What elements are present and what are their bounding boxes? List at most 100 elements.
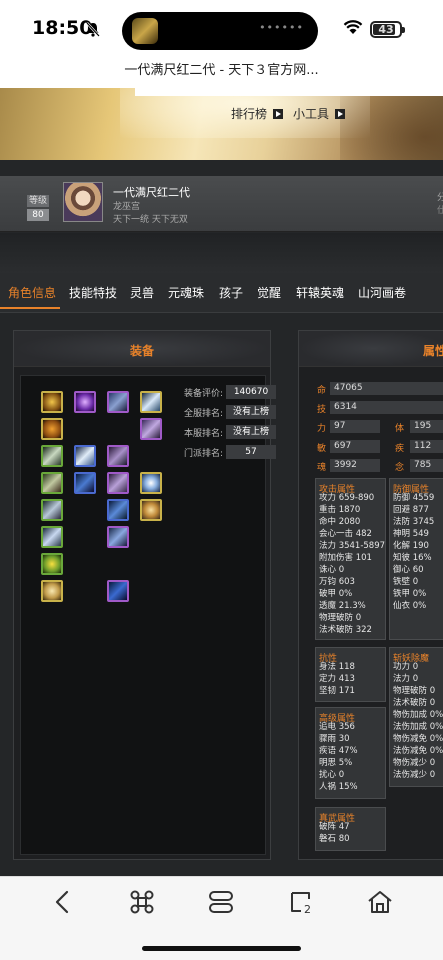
stat-label: 疾	[395, 444, 405, 454]
equipment-slot-icon[interactable]	[107, 391, 129, 413]
stat-value: 785	[410, 459, 443, 472]
server-rank-value: 没有上榜	[226, 425, 276, 439]
header-banner: 排行榜 小工具	[0, 88, 443, 170]
battery-icon: 43	[370, 21, 405, 38]
dots-icon: ••••••	[259, 21, 304, 34]
advanced-attributes-group: 高级属性 追电 356 骤雨 30 疾语 47% 明思 5% 扰心 0 人祸 1…	[315, 707, 386, 799]
page-title: 一代满尺红二代 - 天下３官方网...	[124, 63, 319, 78]
equip-score-label: 装备评价:	[183, 389, 223, 399]
equipment-slot-icon[interactable]	[41, 580, 63, 602]
equipment-slot-icon[interactable]	[74, 391, 96, 413]
stat-value: 112	[410, 440, 443, 453]
stat-value: 3992	[330, 459, 380, 472]
demon-slaying-group: 斩妖除魔 功力 0 法力 0 物理破防 0 法术破防 0 物伤加成 0% 法伤加…	[389, 647, 443, 787]
equipment-slot-icon[interactable]	[107, 445, 129, 467]
home-icon[interactable]	[366, 889, 394, 915]
back-icon[interactable]	[49, 889, 77, 915]
command-icon[interactable]	[128, 889, 156, 915]
equipment-slot-icon[interactable]	[107, 580, 129, 602]
equipment-slot-icon[interactable]	[140, 418, 162, 440]
stat-value: 47065	[330, 382, 443, 395]
avatar	[63, 182, 103, 222]
battery-level: 43	[378, 23, 394, 36]
tab-skills[interactable]: 技能特技	[69, 284, 117, 301]
equipment-slot-icon[interactable]	[107, 472, 129, 494]
equipment-slot-icon[interactable]	[41, 418, 63, 440]
equipment-slot-icon[interactable]	[41, 526, 63, 548]
stat-label: 念	[395, 463, 405, 473]
attack-attributes-group: 攻击属性 攻力 659-890 重击 1870 命中 2080 会心一击 482…	[315, 478, 386, 640]
profile-edge-text: 分	[437, 193, 443, 203]
equipment-grid: 装备评价: 140670 全服排名: 没有上榜 本服排名: 没有上榜 门派排名:…	[20, 375, 276, 855]
stat-label: 命	[317, 386, 327, 396]
tab-bar: 角色信息 技能特技 灵兽 元魂珠 孩子 觉醒 轩辕英魂 山河画卷	[0, 273, 443, 313]
home-indicator	[142, 946, 301, 951]
tab-character-info[interactable]: 角色信息	[8, 284, 56, 301]
stat-label: 力	[317, 424, 327, 434]
tools-link[interactable]: 小工具	[293, 105, 346, 122]
stat-value: 697	[330, 440, 380, 453]
stat-value: 195	[410, 420, 443, 433]
school-rank-label: 门派排名:	[183, 449, 223, 459]
equipment-slot-icon[interactable]	[140, 472, 162, 494]
tabs-icon[interactable]: 2	[287, 889, 315, 915]
game-app-icon	[132, 18, 158, 44]
stat-label: 敏	[317, 444, 327, 454]
play-arrow-icon	[335, 109, 346, 119]
mute-bell-icon	[86, 22, 100, 37]
resistance-group: 抗性 身法 118 定力 413 坚韧 171	[315, 647, 386, 702]
page-title-bar[interactable]: 一代满尺红二代 - 天下３官方网...	[0, 58, 443, 88]
divider-band	[0, 233, 443, 273]
dynamic-island: ••••••	[122, 12, 318, 50]
stat-label: 体	[395, 424, 405, 434]
status-time: 18:50	[32, 17, 93, 39]
equipment-slot-icon[interactable]	[41, 391, 63, 413]
equipment-title: 装备	[129, 344, 154, 358]
active-tab-indicator	[0, 307, 60, 309]
equipment-slot-icon[interactable]	[140, 391, 162, 413]
svg-text:2: 2	[304, 903, 311, 915]
rank-link[interactable]: 排行榜	[231, 105, 284, 122]
character-title: 天下一统 天下无双	[113, 215, 188, 225]
school-rank-value: 57	[226, 445, 276, 459]
defense-attributes-group: 防御属性 防御 4559 回避 877 法防 3745 神明 549 化解 19…	[389, 478, 443, 640]
level-label: 等级	[27, 195, 49, 207]
server-rank-label: 本服排名:	[183, 429, 223, 439]
equipment-slot-icon[interactable]	[74, 445, 96, 467]
stat-value: 97	[330, 420, 380, 433]
tab-heroes[interactable]: 轩辕英魂	[296, 284, 344, 301]
attributes-header: 属性	[299, 331, 443, 367]
equipment-slot-icon[interactable]	[140, 499, 162, 521]
stat-label: 技	[317, 405, 327, 415]
equipment-slot-icon[interactable]	[41, 445, 63, 467]
status-bar: 18:50 •••••• 43	[0, 0, 443, 58]
equipment-panel: 装备 装备评价: 140670 全服排名: 没有上榜 本服排名: 没有上榜 门派…	[13, 330, 276, 860]
tab-soul-beads[interactable]: 元魂珠	[168, 284, 204, 301]
equipment-slot-icon[interactable]	[107, 526, 129, 548]
equipment-header: 装备	[14, 331, 270, 367]
play-arrow-icon	[273, 109, 284, 119]
equipment-slot-icon[interactable]	[107, 499, 129, 521]
attributes-title: 属性	[423, 344, 443, 358]
menu-icon[interactable]	[207, 889, 235, 915]
tab-children[interactable]: 孩子	[219, 284, 243, 301]
server-all-rank-value: 没有上榜	[226, 405, 276, 419]
tab-pets[interactable]: 灵兽	[130, 284, 154, 301]
equipment-slot-icon[interactable]	[41, 499, 63, 521]
martial-attributes-group: 真武属性 破阵 47 磐石 80	[315, 807, 386, 851]
stat-label: 魂	[317, 463, 327, 473]
tab-awakening[interactable]: 觉醒	[257, 284, 281, 301]
character-guild: 龙巫宫	[113, 202, 141, 212]
attributes-panel: 属性 命 47065 技 6314 力 97 敏 697 魂 3992 体 19…	[298, 330, 443, 860]
equip-score-value: 140670	[226, 385, 276, 399]
equipment-slot-icon[interactable]	[74, 472, 96, 494]
tab-scrolls[interactable]: 山河画卷	[358, 284, 406, 301]
server-all-rank-label: 全服排名:	[183, 409, 223, 419]
equipment-slot-icon[interactable]	[41, 472, 63, 494]
level-value: 80	[27, 209, 49, 221]
profile-edge-text: 仕	[437, 206, 443, 216]
character-name: 一代满尺红二代	[113, 186, 190, 199]
stat-value: 6314	[330, 401, 443, 414]
equipment-slot-icon[interactable]	[41, 553, 63, 575]
wifi-icon	[343, 20, 363, 34]
